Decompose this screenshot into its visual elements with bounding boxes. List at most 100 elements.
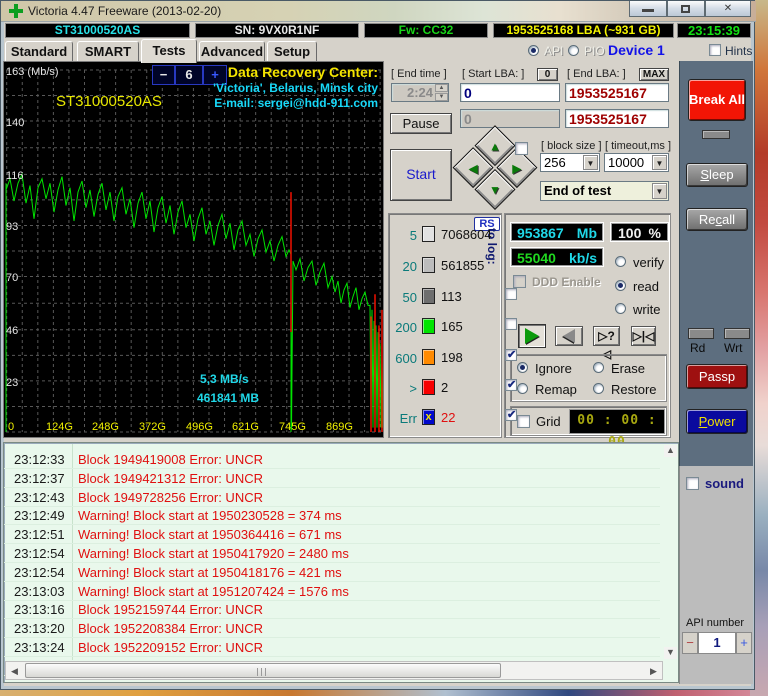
bin-color-box (422, 349, 435, 365)
error-bin-box: x (422, 409, 435, 425)
bin-value: 198 (441, 350, 463, 365)
api-number-minus-button[interactable]: − (682, 632, 698, 654)
close-button[interactable]: ✕ (705, 1, 751, 17)
scroll-right-arrow[interactable]: ▶ (646, 663, 661, 678)
read-radio[interactable] (615, 280, 626, 291)
recall-button[interactable]: Recall (686, 208, 748, 231)
ddd-enable-checkbox[interactable] (513, 275, 526, 288)
seek-end-button[interactable]: ▷|◁ (631, 326, 656, 346)
speed-bins-panel: RS to log: 5 7068604 20 561855 50 113 20… (388, 213, 502, 438)
ignore-radio[interactable] (517, 362, 528, 373)
to-log-checkbox[interactable] (505, 349, 517, 361)
tab-setup[interactable]: Setup (267, 41, 317, 62)
tab-advanced[interactable]: Advanced (199, 41, 265, 62)
device-label[interactable]: Device 1 (608, 42, 665, 58)
zoom-out-button[interactable]: − (152, 65, 175, 85)
to-log-checkbox[interactable] (505, 318, 517, 330)
break-all-button[interactable]: Break All (688, 79, 746, 121)
grid-checkbox[interactable] (517, 415, 530, 428)
bin-color-box (422, 288, 435, 304)
drive-firmware: Fw: CC32 (364, 23, 488, 38)
x-axis-label: 869G (326, 421, 353, 433)
block-size-label: [ block size ] (541, 140, 602, 152)
action-sidebar: Break All Sleep Recall Rd Wrt Passp Powe… (679, 61, 753, 466)
seek-option-checkbox[interactable] (515, 142, 528, 155)
chevron-down-icon[interactable]: ▼ (652, 155, 667, 170)
tab-tests[interactable]: Tests (141, 39, 197, 63)
remap-label: Remap (535, 382, 577, 397)
sound-label: sound (705, 476, 744, 491)
block-size-select[interactable]: 256 ▼ (540, 153, 600, 172)
start-lba-input[interactable]: 0 (460, 83, 560, 102)
end-of-test-value: End of test (544, 183, 611, 198)
log-time: 23:12:54 (14, 565, 65, 580)
restore-radio[interactable] (593, 383, 604, 394)
log-message: Warning! Block start at 1951207424 = 157… (78, 584, 349, 599)
api-number-plus-button[interactable]: + (736, 632, 752, 654)
log-row: 23:13:20Block 1952208384 Error: UNCR (4, 619, 660, 638)
remap-radio[interactable] (517, 383, 528, 394)
pio-label: PIO (584, 44, 605, 58)
log-vscroll-up[interactable]: ▲ (664, 445, 677, 457)
api-number-value[interactable]: 1 (698, 632, 736, 654)
timeout-select[interactable]: 10000 ▼ (604, 153, 669, 172)
read-activity-led (688, 328, 714, 339)
log-time: 23:12:54 (14, 546, 65, 561)
pause-button[interactable]: Pause (390, 113, 452, 134)
verify-radio[interactable] (615, 256, 626, 267)
start-lba-zero-button[interactable]: 0 (537, 68, 558, 81)
graph-plot (4, 62, 383, 437)
log-vscroll-down[interactable]: ▼ (664, 647, 677, 659)
restore-button[interactable] (667, 1, 705, 17)
log-message: Block 1952159744 Error: UNCR (78, 602, 263, 617)
log-message: Block 1952208384 Error: UNCR (78, 621, 263, 636)
erase-radio[interactable] (593, 362, 604, 373)
passp-button[interactable]: Passp (686, 364, 748, 389)
log-message: Warning! Block start at 1950364416 = 671… (78, 527, 342, 542)
start-button[interactable]: Start (390, 149, 452, 201)
y-axis-label: 46 (6, 325, 18, 337)
power-button[interactable]: Power (686, 409, 748, 434)
title-bar[interactable]: Victoria 4.47 Freeware (2013-02-20) ✕ (1, 1, 756, 22)
bin-color-box (422, 257, 435, 273)
hints-checkbox[interactable] (709, 44, 721, 56)
y-axis-label: 140 (6, 117, 24, 129)
mb-value: 953867 (517, 225, 564, 241)
max-button[interactable]: MAX (639, 68, 669, 81)
chevron-down-icon[interactable]: ▼ (583, 155, 598, 170)
y-axis-label: 23 (6, 377, 18, 389)
write-radio[interactable] (615, 303, 626, 314)
tab-smart[interactable]: SMART (77, 41, 139, 62)
mb-unit: Mb (577, 225, 597, 241)
x-axis-label: 621G (232, 421, 259, 433)
end-of-test-select[interactable]: End of test ▼ (540, 181, 669, 201)
to-log-checkbox[interactable] (505, 288, 517, 300)
ignore-label: Ignore (535, 361, 572, 376)
scroll-thumb[interactable] (25, 663, 501, 678)
pio-radio[interactable] (568, 45, 579, 56)
timeout-value: 10000 (608, 155, 644, 170)
spin-up-button[interactable]: ▲ (435, 84, 448, 92)
rewind-button[interactable] (555, 326, 583, 346)
to-log-checkbox[interactable] (505, 379, 517, 391)
log-row: 23:13:24Block 1952209152 Error: UNCR (4, 638, 660, 657)
minimize-button[interactable] (629, 1, 667, 17)
end-lba-input[interactable]: 1953525167 (565, 83, 669, 102)
seek-question-button[interactable]: ▷?◁ (593, 326, 620, 346)
sound-checkbox[interactable] (686, 477, 699, 490)
restore-label: Restore (611, 382, 657, 397)
log-hscrollbar[interactable]: ◀ ▶ (5, 661, 663, 680)
chevron-down-icon[interactable]: ▼ (652, 183, 667, 199)
log-time: 23:12:43 (14, 490, 65, 505)
tab-standard[interactable]: Standard (5, 41, 73, 62)
spin-down-button[interactable]: ▼ (435, 93, 448, 101)
verify-label: verify (633, 255, 664, 270)
grip-icon (257, 668, 269, 676)
play-button[interactable] (518, 324, 546, 348)
to-log-checkbox[interactable] (505, 409, 517, 421)
scroll-left-arrow[interactable]: ◀ (7, 663, 22, 678)
log-message: Block 1949421312 Error: UNCR (78, 471, 263, 486)
log-message: Block 1949419008 Error: UNCR (78, 452, 263, 467)
api-radio[interactable] (528, 45, 539, 56)
sleep-button[interactable]: Sleep (686, 163, 748, 187)
